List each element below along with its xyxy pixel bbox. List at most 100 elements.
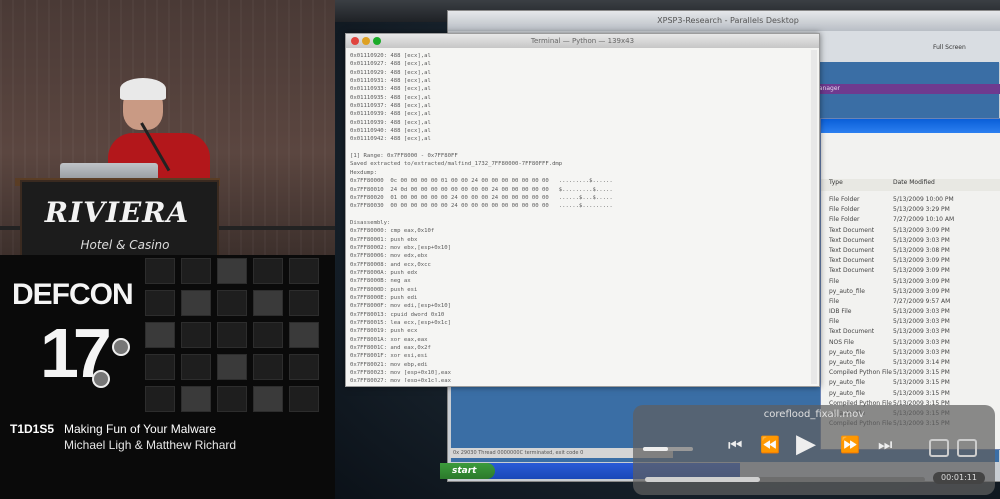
column-date-modified[interactable]: Date Modified [893, 179, 935, 186]
explorer-row[interactable]: Compiled Python File5/13/2009 3:15 PM [829, 368, 999, 378]
terminal-line: 0x7FF80021: mov ebp,edi [350, 361, 428, 368]
row-type: File [829, 277, 840, 285]
explorer-row[interactable]: File 7/27/2009 9:57 AM [829, 297, 999, 307]
vm-window-title: XPSP3-Research - Parallels Desktop [448, 11, 1000, 31]
play-icon[interactable]: ▶ [796, 429, 816, 459]
terminal-titlebar: Terminal — Python — 139x43 [346, 34, 819, 48]
fullscreen-icon[interactable] [957, 439, 977, 457]
terminal-line: 0x7FF80023: mov [esp+0x10],eax [350, 370, 452, 377]
skull-icon [92, 370, 110, 388]
column-type[interactable]: Type [829, 179, 843, 186]
share-icon[interactable] [929, 439, 949, 457]
terminal-line: 0x7FF80010 24 0d 00 00 00 00 00 00 00 00… [350, 186, 613, 193]
terminal-line: 0x01110927: 488 [ecx],al [350, 61, 431, 68]
volume-level [643, 447, 668, 451]
terminal-line: Disassembly: [350, 219, 391, 226]
terminal-line: 0x01110920: 488 [ecx],al [350, 53, 431, 59]
explorer-row[interactable]: File Folder 5/13/2009 10:00 PM [829, 195, 999, 205]
volume-slider[interactable] [643, 447, 693, 451]
terminal-window: Terminal — Python — 139x43 0x01110920: 4… [345, 33, 820, 387]
explorer-row[interactable]: Text Document 5/13/2009 3:08 PM [829, 246, 999, 256]
row-type: Text Document [829, 226, 875, 234]
playback-progress-bar[interactable] [645, 477, 925, 482]
terminal-line: 0x7FF8001C: and eax,0x2f [350, 345, 431, 352]
row-type: IDB File [829, 308, 852, 316]
terminal-line: 0x7FF80020 01 00 00 00 00 00 24 00 00 00… [350, 194, 613, 201]
row-type: Text Document [829, 236, 875, 244]
row-type: Text Document [829, 328, 875, 336]
row-date: 5/13/2009 3:03 PM [893, 328, 950, 336]
fullscreen-button[interactable]: Full Screen [933, 44, 966, 51]
video-player-controls: coreflood_fixall.mov ⏮ ⏪ ▶ ⏩ ⏭ 00:01:11 [633, 405, 995, 495]
explorer-row[interactable]: Text Document 5/13/2009 3:09 PM [829, 226, 999, 236]
terminal-line: 0x01110937: 488 [ecx],al [350, 103, 431, 110]
explorer-row[interactable]: Text Document 5/13/2009 3:03 PM [829, 236, 999, 246]
terminal-line: 0x01110940: 488 [ecx],al [350, 128, 431, 135]
explorer-row[interactable]: Text Document 5/13/2009 3:09 PM [829, 256, 999, 266]
row-date: 7/27/2009 9:57 AM [893, 297, 951, 305]
speaker-names: Michael Ligh & Matthew Richard [64, 438, 237, 452]
terminal-line: 0x01110931: 488 [ecx],al [350, 78, 431, 85]
explorer-row[interactable]: IDB File 5/13/2009 3:03 PM [829, 307, 999, 317]
terminal-output[interactable]: 0x01110920: 488 [ecx],al 0x01110927: 488 … [350, 52, 810, 382]
terminal-line: 0x7FF8000B: neg ax [350, 278, 411, 285]
row-date: 5/13/2009 3:09 PM [893, 267, 950, 275]
explorer-row[interactable]: Text Document 5/13/2009 3:03 PM [829, 327, 999, 337]
terminal-line: 0x01110939: 488 [ecx],al [350, 111, 431, 118]
speaker-cap [120, 78, 166, 100]
terminal-line: 0x7FF8001A: xor eax,eax [350, 336, 428, 343]
terminal-line: 0x01110939: 488 [ecx],al [350, 119, 431, 126]
explorer-file-list: File Folder 5/13/2009 10:00 PM File Folder… [829, 195, 999, 429]
gear-icon [112, 338, 130, 356]
explorer-row[interactable]: File 5/13/2009 3:03 PM [829, 317, 999, 327]
speaker-video-feed: RIVIERA Hotel & Casino [0, 0, 335, 255]
rewind-icon[interactable]: ⏪ [760, 435, 780, 454]
presentation-overlay-panel: RIVIERA Hotel & Casino DEFCON 17 T1D1S5 … [0, 0, 335, 499]
explorer-row[interactable]: py_auto_file 5/13/2009 3:15 PM [829, 389, 999, 399]
explorer-row[interactable]: File Folder 5/13/2009 3:29 PM [829, 205, 999, 215]
row-type: File Folder [829, 206, 860, 214]
row-type: File [829, 318, 840, 326]
terminal-line: 0x7FF80001: push ebx [350, 236, 418, 243]
defcon-logo-text: DEFCON [12, 278, 134, 311]
skip-back-icon[interactable]: ⏮ [728, 435, 742, 455]
close-icon[interactable] [351, 37, 359, 45]
terminal-line: 0x7FF80019: push ecx [350, 328, 418, 335]
terminal-line: 0x7FF8000E: push edi [350, 294, 418, 301]
fast-forward-icon[interactable]: ⏩ [840, 435, 860, 454]
explorer-titlebar [821, 119, 1000, 133]
row-date: 5/13/2009 3:03 PM [893, 318, 950, 326]
skip-forward-icon[interactable]: ⏭ [878, 435, 892, 455]
row-type: Text Document [829, 257, 875, 265]
terminal-line: 0x7FF80000 0c 00 00 00 00 01 00 00 24 00… [350, 178, 613, 185]
start-button[interactable]: start [440, 463, 495, 479]
row-date: 7/27/2009 10:10 AM [893, 216, 955, 224]
terminal-line: 0x7FF80006: mov edx,ebx [350, 253, 428, 260]
row-type: Text Document [829, 267, 875, 275]
explorer-row[interactable]: py_auto_file 5/13/2009 3:03 PM [829, 348, 999, 358]
explorer-row[interactable]: NOS File 5/13/2009 3:03 PM [829, 338, 999, 348]
terminal-line: 0x7FF80002: mov ebx,[esp+0x10] [350, 244, 452, 251]
row-type: py_auto_file [829, 359, 865, 366]
playback-time: 00:01:11 [933, 472, 985, 484]
minimize-icon[interactable] [362, 37, 370, 45]
row-date: 5/13/2009 3:15 PM [893, 369, 950, 377]
explorer-row[interactable]: File Folder 7/27/2009 10:10 AM [829, 215, 999, 225]
session-id: T1D1S5 [10, 422, 55, 436]
zoom-icon[interactable] [373, 37, 381, 45]
terminal-line: 0x7FF80027: mov [esp+0x1c],eax [350, 378, 452, 382]
row-date: 5/13/2009 3:09 PM [893, 257, 950, 265]
terminal-scrollbar[interactable] [811, 50, 817, 384]
row-date: 5/13/2009 3:08 PM [893, 246, 950, 254]
explorer-row[interactable]: py_auto_file 5/13/2009 3:15 PM [829, 378, 999, 388]
terminal-line: 0x7FF8000F: mov edi,[esp+0x10] [350, 303, 452, 310]
row-date: 5/13/2009 3:15 PM [893, 389, 950, 397]
explorer-row[interactable]: py_auto_file 5/13/2009 3:09 PM [829, 287, 999, 297]
terminal-line: 0x7FF80015: lea ecx,[esp+0x1c] [350, 320, 452, 326]
explorer-row[interactable]: Text Document 5/13/2009 3:09 PM [829, 266, 999, 276]
explorer-row[interactable]: File 5/13/2009 3:09 PM [829, 277, 999, 287]
explorer-row[interactable]: py_auto_file 5/13/2009 3:14 PM [829, 358, 999, 368]
row-type: py_auto_file [829, 287, 865, 295]
